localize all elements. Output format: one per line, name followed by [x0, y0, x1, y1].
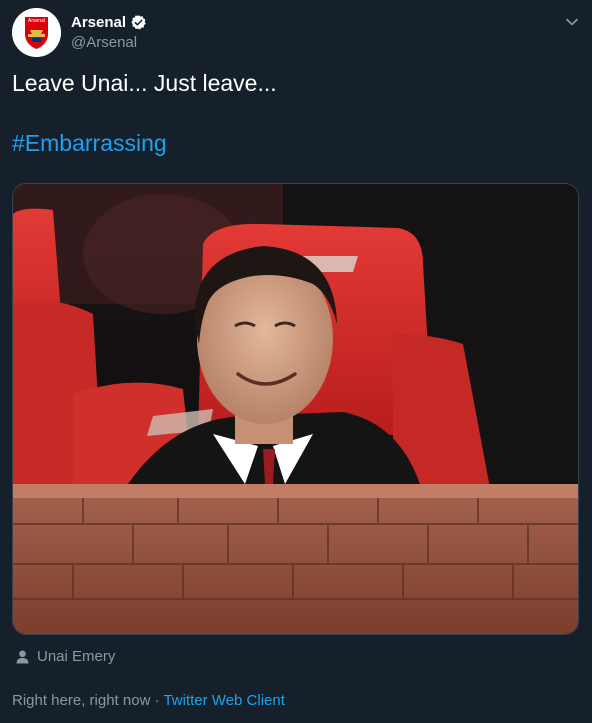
author-name[interactable]: Arsenal: [71, 14, 126, 31]
tweet-text: Leave Unai... Just leave...: [12, 70, 277, 96]
meta-separator: ·: [150, 692, 164, 709]
person-icon: [16, 650, 29, 663]
arsenal-crest-icon: Arsenal: [12, 8, 61, 57]
author-name-row[interactable]: Arsenal: [71, 14, 147, 31]
hashtag-link[interactable]: #Embarrassing: [12, 130, 167, 157]
photo-illustration: [13, 184, 578, 634]
tweet-timestamp[interactable]: Right here, right now: [12, 692, 150, 709]
tagged-person-name[interactable]: Unai Emery: [37, 648, 115, 665]
chevron-down-icon[interactable]: [564, 14, 580, 30]
source-client-link[interactable]: Twitter Web Client: [163, 692, 284, 709]
tweet-photo[interactable]: [12, 183, 579, 635]
author-handle[interactable]: @Arsenal: [71, 34, 137, 51]
verified-badge-icon: [131, 15, 146, 30]
avatar[interactable]: Arsenal: [12, 8, 61, 57]
tweet-meta: Right here, right now · Twitter Web Clie…: [12, 692, 285, 709]
tagged-person[interactable]: Unai Emery: [16, 648, 115, 665]
crest-text: Arsenal: [28, 18, 45, 24]
tweet-header: Arsenal Arsenal @Arsenal: [12, 8, 580, 58]
